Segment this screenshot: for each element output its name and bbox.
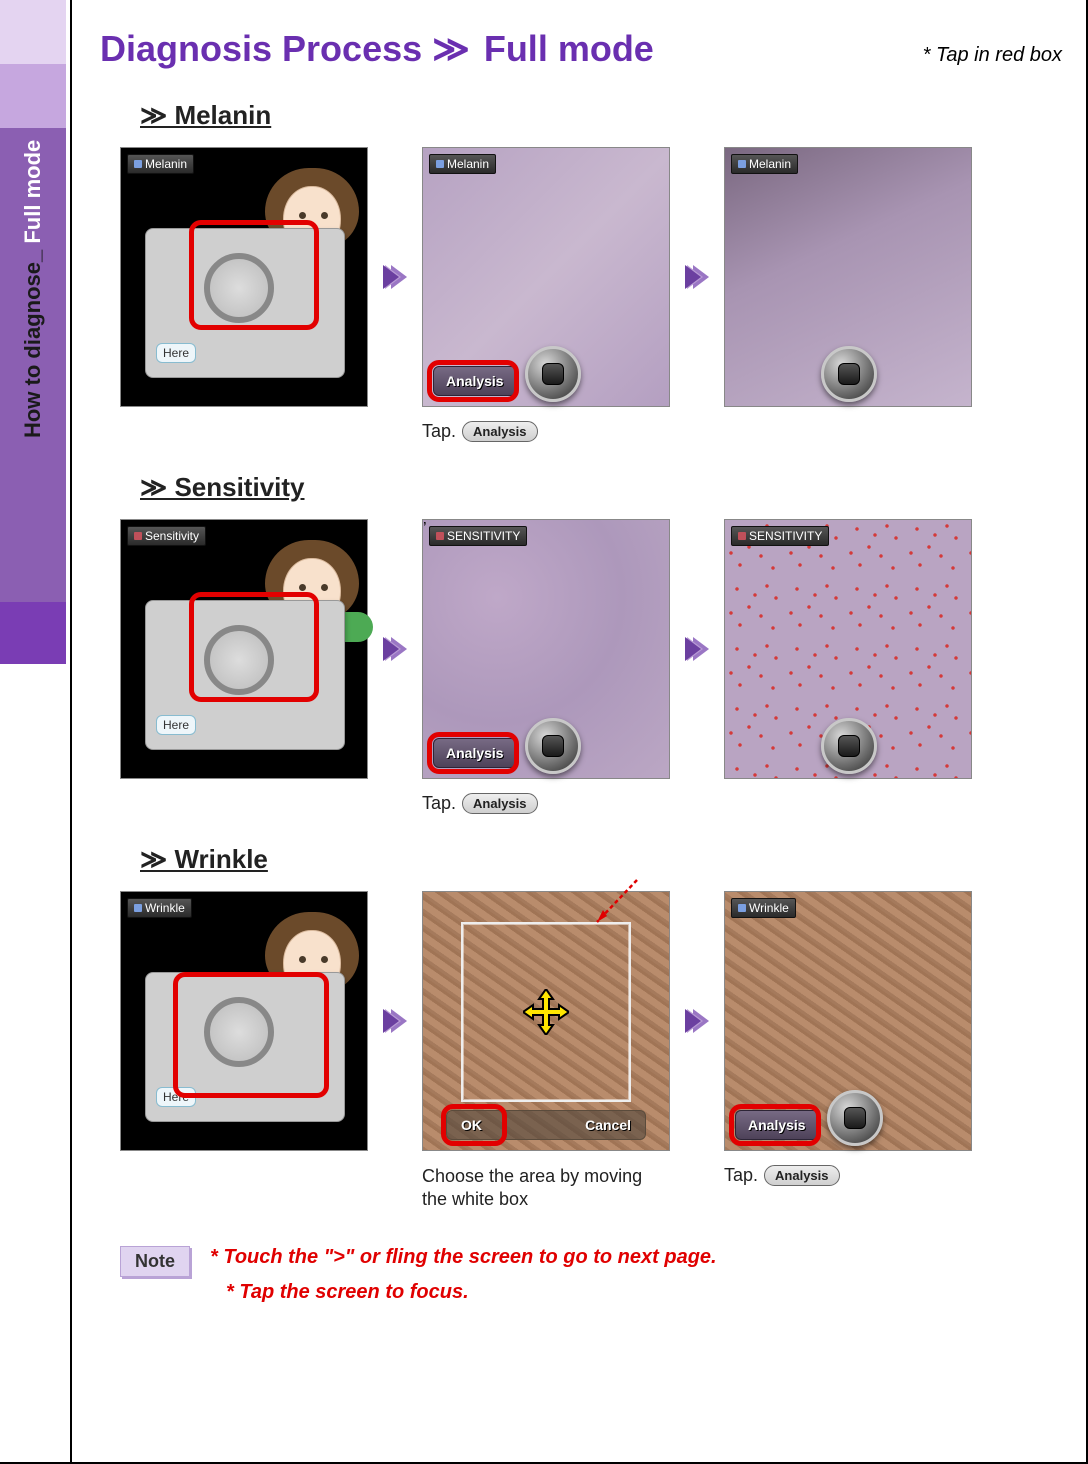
content: Diagnosis Process ≫ Full mode * Tap in r…	[70, 0, 1086, 1462]
badge-dot-icon	[134, 160, 142, 168]
badge-text: Melanin	[145, 157, 187, 171]
red-box-indicator[interactable]	[441, 1104, 507, 1146]
title-a: Diagnosis Process	[100, 28, 432, 69]
side-seg-light	[0, 0, 66, 64]
red-box-indicator[interactable]	[173, 972, 329, 1098]
badge-dot-icon	[436, 532, 444, 540]
wrinkle-screen-1[interactable]: Wrinkle Here	[120, 891, 368, 1151]
side-label: How to diagnose_ Full mode	[10, 140, 56, 590]
here-label: Here	[156, 343, 196, 363]
move-icon[interactable]	[523, 989, 569, 1035]
badge-text: Wrinkle	[145, 901, 185, 915]
badge-melanin-2: Melanin	[429, 154, 496, 174]
melanin-screen-2[interactable]: Melanin Analysis	[422, 147, 670, 407]
side-label-prefix: How to diagnose_	[20, 244, 45, 438]
badge-dot-icon	[738, 532, 746, 540]
title-sep: ≫	[432, 28, 468, 69]
red-box-indicator[interactable]	[189, 220, 319, 330]
sensitivity-screen-1[interactable]: Sensitivity Here	[120, 519, 368, 779]
red-box-indicator[interactable]	[427, 732, 519, 774]
analysis-pill: Analysis	[462, 793, 537, 814]
row-captions-wrinkle: Choose the area by moving the white box …	[120, 1157, 1062, 1228]
dashed-arrow-icon	[583, 876, 643, 936]
melanin-screen-1[interactable]: Melanin Here	[120, 147, 368, 407]
title-row: Diagnosis Process ≫ Full mode * Tap in r…	[100, 28, 1062, 70]
sensitivity-screen-2[interactable]: SENSITIVITY ’ Analysis	[422, 519, 670, 779]
chevron-right-icon	[680, 260, 714, 294]
capture-button[interactable]	[821, 718, 877, 774]
tap-hint: * Tap in red box	[923, 44, 1062, 67]
badge-wrinkle-1: Wrinkle	[127, 898, 192, 918]
wrinkle-screen-2[interactable]: OK Cancel	[422, 891, 670, 1151]
side-column: How to diagnose_ Full mode	[0, 0, 66, 1464]
heading-sensitivity: ≫ Sensitivity	[140, 472, 1062, 503]
melanin-screen-3[interactable]: Melanin	[724, 147, 972, 407]
title-b: Full mode	[474, 28, 654, 69]
badge-dot-icon	[738, 904, 746, 912]
white-selection-box[interactable]	[461, 922, 631, 1102]
badge-melanin-3: Melanin	[731, 154, 798, 174]
capture-button[interactable]	[827, 1090, 883, 1146]
badge-sensitivity-3: SENSITIVITY	[731, 526, 829, 546]
note-line-2: * Tap the screen to focus.	[226, 1281, 1062, 1304]
page-title: Diagnosis Process ≫ Full mode	[100, 28, 654, 70]
red-box-indicator[interactable]	[427, 360, 519, 402]
side-label-suffix: Full mode	[20, 140, 45, 244]
chevron-right-icon	[680, 632, 714, 666]
badge-dot-icon	[134, 904, 142, 912]
badge-text: Melanin	[447, 157, 489, 171]
note-row: Note * Touch the ">" or fling the screen…	[120, 1246, 1062, 1277]
caption-wrinkle-tap: Tap. Analysis	[724, 1165, 972, 1186]
badge-text: SENSITIVITY	[447, 529, 520, 543]
row-captions-melanin: Tap. Analysis	[120, 413, 1062, 458]
cancel-button[interactable]: Cancel	[585, 1117, 631, 1133]
analysis-pill: Analysis	[462, 421, 537, 442]
badge-sensitivity-2: SENSITIVITY	[429, 526, 527, 546]
capture-button[interactable]	[525, 718, 581, 774]
row-captions-sensitivity: Tap. Analysis	[120, 785, 1062, 830]
chevron-right-icon	[378, 632, 412, 666]
row-melanin: Melanin Here Melanin Analysis Melan	[120, 147, 1062, 407]
badge-text: Melanin	[749, 157, 791, 171]
badge-wrinkle-3: Wrinkle	[731, 898, 796, 918]
badge-text: Wrinkle	[749, 901, 789, 915]
badge-text: SENSITIVITY	[749, 529, 822, 543]
capture-button[interactable]	[821, 346, 877, 402]
badge-melanin-1: Melanin	[127, 154, 194, 174]
badge-text: Sensitivity	[145, 529, 199, 543]
tap-label: Tap.	[422, 421, 456, 442]
wrinkle-screen-3[interactable]: Wrinkle Analysis	[724, 891, 972, 1151]
red-box-indicator[interactable]	[729, 1104, 821, 1146]
badge-sensitivity-1: Sensitivity	[127, 526, 206, 546]
tap-label: Tap.	[422, 793, 456, 814]
sensitivity-screen-3[interactable]: SENSITIVITY	[724, 519, 972, 779]
badge-dot-icon	[738, 160, 746, 168]
chevron-right-icon	[378, 1004, 412, 1038]
page: How to diagnose_ Full mode Diagnosis Pro…	[0, 0, 1088, 1464]
row-sensitivity: Sensitivity Here SENSITIVITY ’ Analysis	[120, 519, 1062, 779]
here-label: Here	[156, 715, 196, 735]
caption-melanin: Tap. Analysis	[422, 421, 670, 442]
tap-label: Tap.	[724, 1165, 758, 1186]
heading-melanin: ≫ Melanin	[140, 100, 1062, 131]
chevron-right-icon	[680, 1004, 714, 1038]
analysis-pill: Analysis	[764, 1165, 839, 1186]
side-seg-mid	[0, 64, 66, 128]
red-box-indicator[interactable]	[189, 592, 319, 702]
chevron-right-icon	[378, 260, 412, 294]
note-badge: Note	[120, 1246, 190, 1277]
note-line-1: * Touch the ">" or fling the screen to g…	[210, 1246, 717, 1269]
side-seg-purple	[0, 602, 66, 664]
badge-dot-icon	[436, 160, 444, 168]
capture-button[interactable]	[525, 346, 581, 402]
caption-sensitivity: Tap. Analysis	[422, 793, 670, 814]
heading-wrinkle: ≫ Wrinkle	[140, 844, 1062, 875]
caption-choose: Choose the area by moving the white box	[422, 1165, 670, 1212]
badge-dot-icon	[134, 532, 142, 540]
row-wrinkle: Wrinkle Here	[120, 891, 1062, 1151]
